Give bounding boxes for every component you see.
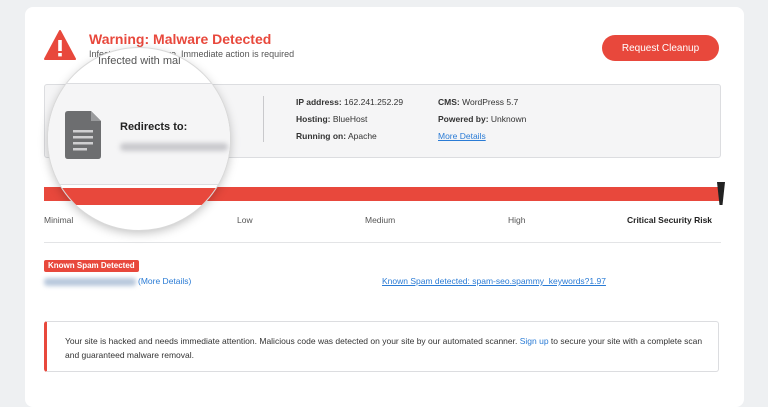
powered-by-row: Powered by: Unknown	[438, 114, 526, 124]
powered-by-label: Powered by:	[438, 114, 489, 124]
hosting-value: BlueHost	[332, 114, 368, 124]
powered-by-value: Unknown	[490, 114, 527, 124]
hacked-notice: Your site is hacked and needs immediate …	[44, 321, 719, 372]
info-divider	[263, 96, 264, 142]
blurred-redirect-url	[120, 143, 228, 151]
more-details-link[interactable]: More Details	[438, 131, 486, 141]
ip-address-value: 162.241.252.29	[344, 97, 404, 107]
sign-up-link[interactable]: Sign up	[520, 336, 549, 346]
hosting-label: Hosting:	[296, 114, 331, 124]
notice-text: Your site is hacked and needs immediate …	[65, 334, 705, 362]
blurred-url	[44, 277, 136, 286]
ip-address-row: IP address: 162.241.252.29	[296, 97, 403, 107]
cms-label: CMS:	[438, 97, 460, 107]
magnified-subtitle: Infected with mal	[98, 55, 181, 67]
cms-row: CMS: WordPress 5.7	[438, 97, 518, 107]
page-title: Warning: Malware Detected	[89, 31, 272, 47]
cms-value: WordPress 5.7	[462, 97, 519, 107]
risk-label-critical: Critical Security Risk	[627, 215, 713, 225]
magnifier-lens: Infected with mal Redirects to: Minimal	[48, 48, 230, 230]
magnified-minimal-label: Minimal	[50, 213, 85, 224]
more-details-row: More Details	[438, 131, 486, 141]
risk-marker-icon	[717, 182, 725, 205]
hosting-row: Hosting: BlueHost	[296, 114, 367, 124]
document-icon	[65, 111, 101, 159]
running-on-value: Apache	[347, 131, 377, 141]
running-on-label: Running on:	[296, 131, 347, 141]
spam-more-details-link[interactable]: (More Details)	[138, 276, 191, 286]
magnified-risk-bar	[48, 188, 230, 205]
spam-url-row: (More Details)	[44, 276, 191, 286]
section-divider	[44, 242, 721, 243]
notice-text-before: Your site is hacked and needs immediate …	[65, 336, 520, 346]
risk-label-high: High	[508, 215, 526, 225]
risk-label-medium: Medium	[365, 215, 396, 225]
spam-keywords-link[interactable]: Known Spam detected: spam-seo.spammy_key…	[382, 276, 606, 286]
running-on-row: Running on: Apache	[296, 131, 377, 141]
ip-address-label: IP address:	[296, 97, 342, 107]
spam-badge: Known Spam Detected	[44, 260, 139, 272]
risk-label-low: Low	[237, 215, 253, 225]
redirects-to-label: Redirects to:	[120, 121, 188, 133]
request-cleanup-button[interactable]: Request Cleanup	[602, 35, 719, 61]
